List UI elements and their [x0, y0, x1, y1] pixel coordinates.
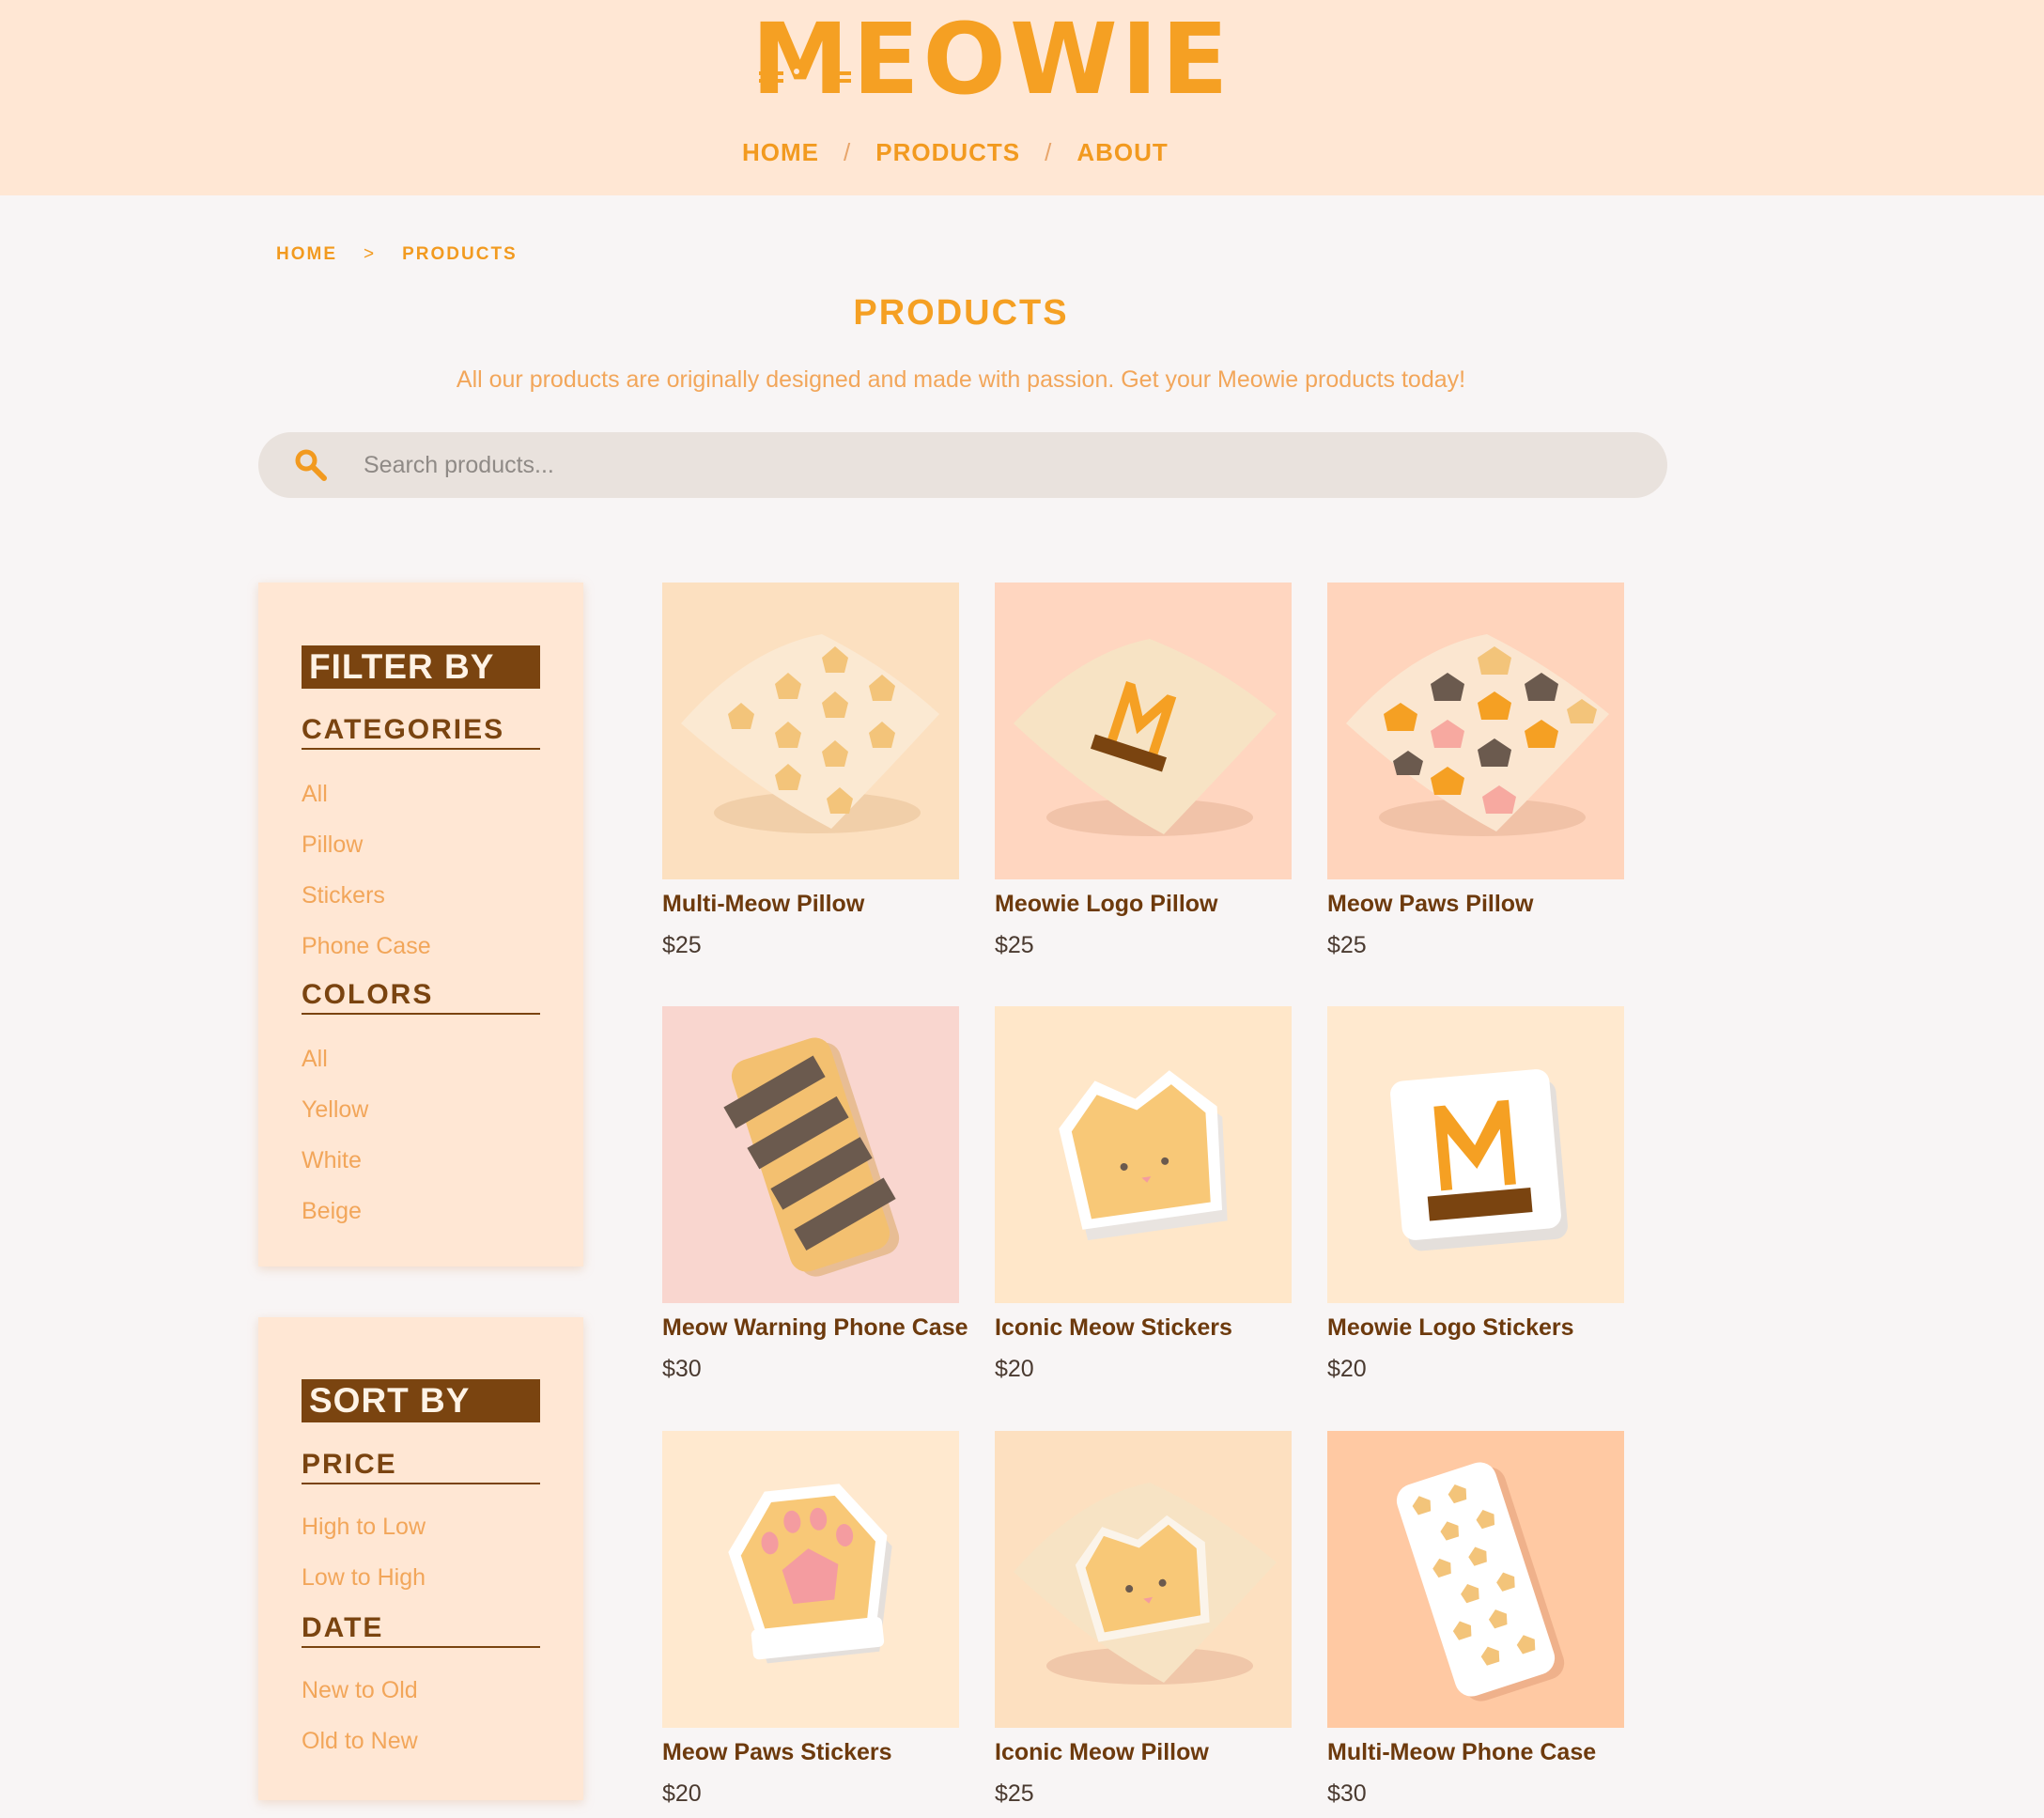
product-price: $25 — [995, 1780, 1034, 1807]
sticker-image — [1327, 1006, 1624, 1303]
filter-panel: FILTER BY CATEGORIES All Pillow Stickers… — [258, 583, 583, 1266]
pillow-image — [1327, 583, 1624, 879]
product-name[interactable]: Meow Paws Stickers — [662, 1739, 982, 1771]
pillow-image — [662, 583, 959, 879]
color-option-beige[interactable]: Beige — [302, 1195, 362, 1227]
product-card[interactable]: Meowie Logo Stickers $20 — [1327, 1006, 1624, 1401]
nav-products[interactable]: PRODUCTS — [875, 138, 1020, 167]
product-name[interactable]: Multi-Meow Pillow — [662, 891, 982, 923]
category-option-all[interactable]: All — [302, 778, 328, 810]
product-price: $20 — [1327, 1356, 1367, 1382]
sort-price-low-to-high[interactable]: Low to High — [302, 1562, 426, 1593]
breadcrumb-separator: > — [364, 244, 377, 264]
product-card[interactable]: Meow Paws Pillow $25 — [1327, 583, 1624, 977]
product-name[interactable]: Meowie Logo Pillow — [995, 891, 1314, 923]
colors-title: COLORS — [302, 979, 540, 1015]
product-image[interactable] — [1327, 583, 1624, 879]
sort-date-old-to-new[interactable]: Old to New — [302, 1725, 418, 1757]
product-card[interactable]: Meow Warning Phone Case $30 — [662, 1006, 968, 1401]
product-image[interactable] — [995, 1431, 1292, 1728]
filter-heading: FILTER BY — [302, 645, 540, 689]
product-image[interactable] — [995, 583, 1292, 879]
nav-separator: / — [844, 137, 852, 166]
nav-home[interactable]: HOME — [742, 138, 819, 167]
product-name[interactable]: Meowie Logo Stickers — [1327, 1314, 1647, 1346]
product-card[interactable]: Multi-Meow Pillow $25 — [662, 583, 959, 977]
page-title: PRODUCTS — [853, 293, 1069, 333]
product-card[interactable]: Iconic Meow Pillow $25 — [995, 1431, 1292, 1818]
product-image[interactable] — [662, 1006, 959, 1303]
phone-case-image — [662, 1006, 959, 1303]
pillow-image — [995, 583, 1292, 879]
product-price: $25 — [1327, 932, 1367, 958]
color-option-yellow[interactable]: Yellow — [302, 1094, 368, 1126]
nav-about[interactable]: ABOUT — [1076, 138, 1168, 167]
product-card[interactable]: Meowie Logo Pillow $25 — [995, 583, 1292, 977]
product-price: $30 — [1327, 1780, 1367, 1807]
search-input[interactable] — [364, 442, 1622, 489]
product-price: $30 — [662, 1356, 702, 1382]
pillow-image — [995, 1431, 1292, 1728]
color-option-white[interactable]: White — [302, 1144, 362, 1176]
breadcrumb-current: PRODUCTS — [402, 244, 518, 264]
search-bar — [258, 432, 1667, 498]
breadcrumb-home[interactable]: HOME — [276, 244, 337, 265]
sort-date-new-to-old[interactable]: New to Old — [302, 1674, 418, 1706]
price-title: PRICE — [302, 1449, 540, 1484]
sort-heading: SORT BY — [302, 1379, 540, 1422]
sticker-image — [662, 1431, 959, 1728]
categories-title: CATEGORIES — [302, 714, 540, 750]
product-card[interactable]: Iconic Meow Stickers $20 — [995, 1006, 1292, 1401]
category-option-pillow[interactable]: Pillow — [302, 829, 363, 861]
product-image[interactable] — [995, 1006, 1292, 1303]
cat-whisker-icon — [759, 69, 851, 83]
product-price: $20 — [995, 1356, 1034, 1382]
color-option-all[interactable]: All — [302, 1043, 328, 1075]
product-name[interactable]: Meow Paws Pillow — [1327, 891, 1647, 923]
site-header: MEOWIE HOME / PRODUCTS / ABOUT — [0, 0, 2044, 195]
sort-price-high-to-low[interactable]: High to Low — [302, 1511, 426, 1543]
date-title: DATE — [302, 1612, 540, 1648]
product-card[interactable]: Multi-Meow Phone Case $30 — [1327, 1431, 1624, 1818]
category-option-stickers[interactable]: Stickers — [302, 879, 385, 911]
product-card[interactable]: Meow Paws Stickers $20 — [662, 1431, 959, 1818]
phone-case-image — [1327, 1431, 1624, 1728]
product-name[interactable]: Multi-Meow Phone Case — [1327, 1739, 1647, 1771]
product-price: $20 — [662, 1780, 702, 1807]
page-subtitle: All our products are originally designed… — [456, 366, 1466, 393]
product-price: $25 — [662, 932, 702, 958]
product-price: $25 — [995, 932, 1034, 958]
product-name[interactable]: Iconic Meow Stickers — [995, 1314, 1314, 1346]
category-option-phone-case[interactable]: Phone Case — [302, 930, 431, 962]
product-image[interactable] — [662, 1431, 959, 1728]
product-name[interactable]: Iconic Meow Pillow — [995, 1739, 1314, 1771]
breadcrumb: HOME > PRODUCTS — [276, 242, 518, 267]
product-image[interactable] — [1327, 1431, 1624, 1728]
search-icon[interactable] — [292, 446, 330, 484]
product-image[interactable] — [1327, 1006, 1624, 1303]
meowie-logo[interactable]: MEOWIE — [751, 8, 1228, 111]
sort-panel: SORT BY PRICE High to Low Low to High DA… — [258, 1317, 583, 1800]
product-name[interactable]: Meow Warning Phone Case — [662, 1314, 982, 1346]
sticker-image — [995, 1006, 1292, 1303]
main-nav: HOME / PRODUCTS / ABOUT — [742, 133, 1174, 171]
nav-separator: / — [1045, 137, 1053, 166]
product-image[interactable] — [662, 583, 959, 879]
